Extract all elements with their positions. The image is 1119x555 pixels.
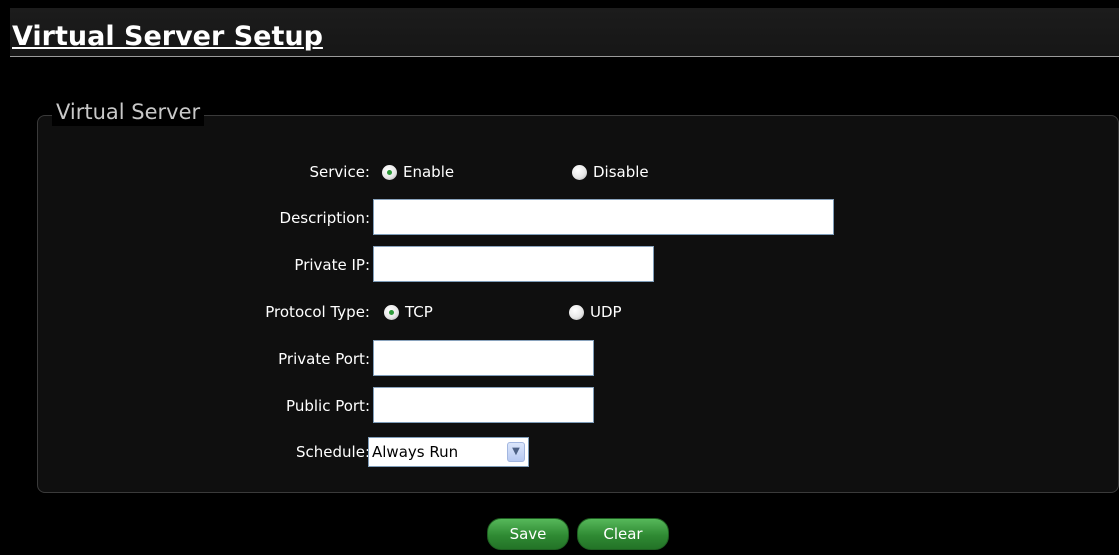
description-field[interactable] (373, 199, 834, 235)
radio-checked-icon (384, 304, 399, 320)
protocol-udp-label: UDP (590, 303, 622, 321)
page-title: Virtual Server Setup (12, 21, 323, 52)
chevron-down-icon[interactable]: ▼ (507, 442, 525, 462)
virtual-server-page: Virtual Server Setup Virtual Server Serv… (0, 0, 1119, 555)
service-disable-radio[interactable]: Disable (572, 163, 649, 181)
service-enable-label: Enable (403, 163, 455, 181)
protocol-udp-radio[interactable]: UDP (569, 303, 622, 321)
fieldset-legend: Virtual Server (52, 98, 205, 126)
private-port-label: Private Port: (278, 350, 370, 368)
radio-unchecked-icon (569, 304, 584, 320)
schedule-label: Schedule: (296, 443, 370, 461)
save-button[interactable]: Save (487, 518, 569, 550)
service-label: Service: (309, 163, 371, 181)
protocol-tcp-label: TCP (405, 303, 433, 321)
clear-button[interactable]: Clear (577, 518, 669, 550)
radio-unchecked-icon (572, 164, 587, 180)
service-disable-label: Disable (593, 163, 649, 181)
description-label: Description: (279, 209, 370, 227)
radio-checked-icon (382, 164, 397, 180)
protocol-type-label: Protocol Type: (265, 303, 370, 321)
public-port-label: Public Port: (286, 397, 370, 415)
public-port-field[interactable] (373, 387, 594, 423)
private-ip-label: Private IP: (294, 256, 370, 274)
schedule-select[interactable]: Always Run ▼ (368, 437, 529, 467)
private-ip-field[interactable] (373, 246, 654, 282)
schedule-selected-value: Always Run (372, 443, 459, 461)
private-port-field[interactable] (373, 340, 594, 376)
service-enable-radio[interactable]: Enable (382, 163, 454, 181)
protocol-tcp-radio[interactable]: TCP (384, 303, 433, 321)
